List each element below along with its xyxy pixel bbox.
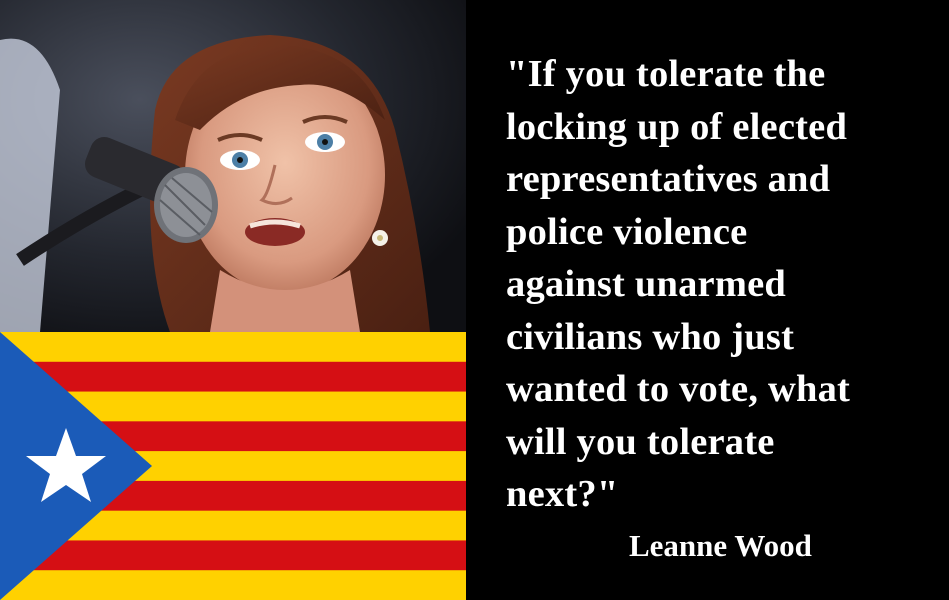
estelada-flag	[0, 332, 466, 600]
speaker-photo	[0, 0, 466, 332]
flag-red-stripe	[0, 361, 466, 392]
earring-icon	[372, 230, 388, 246]
flag-graphic	[0, 332, 466, 600]
speaker-illustration	[0, 0, 466, 332]
quote-author: Leanne Wood	[629, 528, 812, 563]
flag-red-stripe	[0, 540, 466, 571]
quote-text: "If you tolerate the locking up of elect…	[506, 53, 851, 515]
